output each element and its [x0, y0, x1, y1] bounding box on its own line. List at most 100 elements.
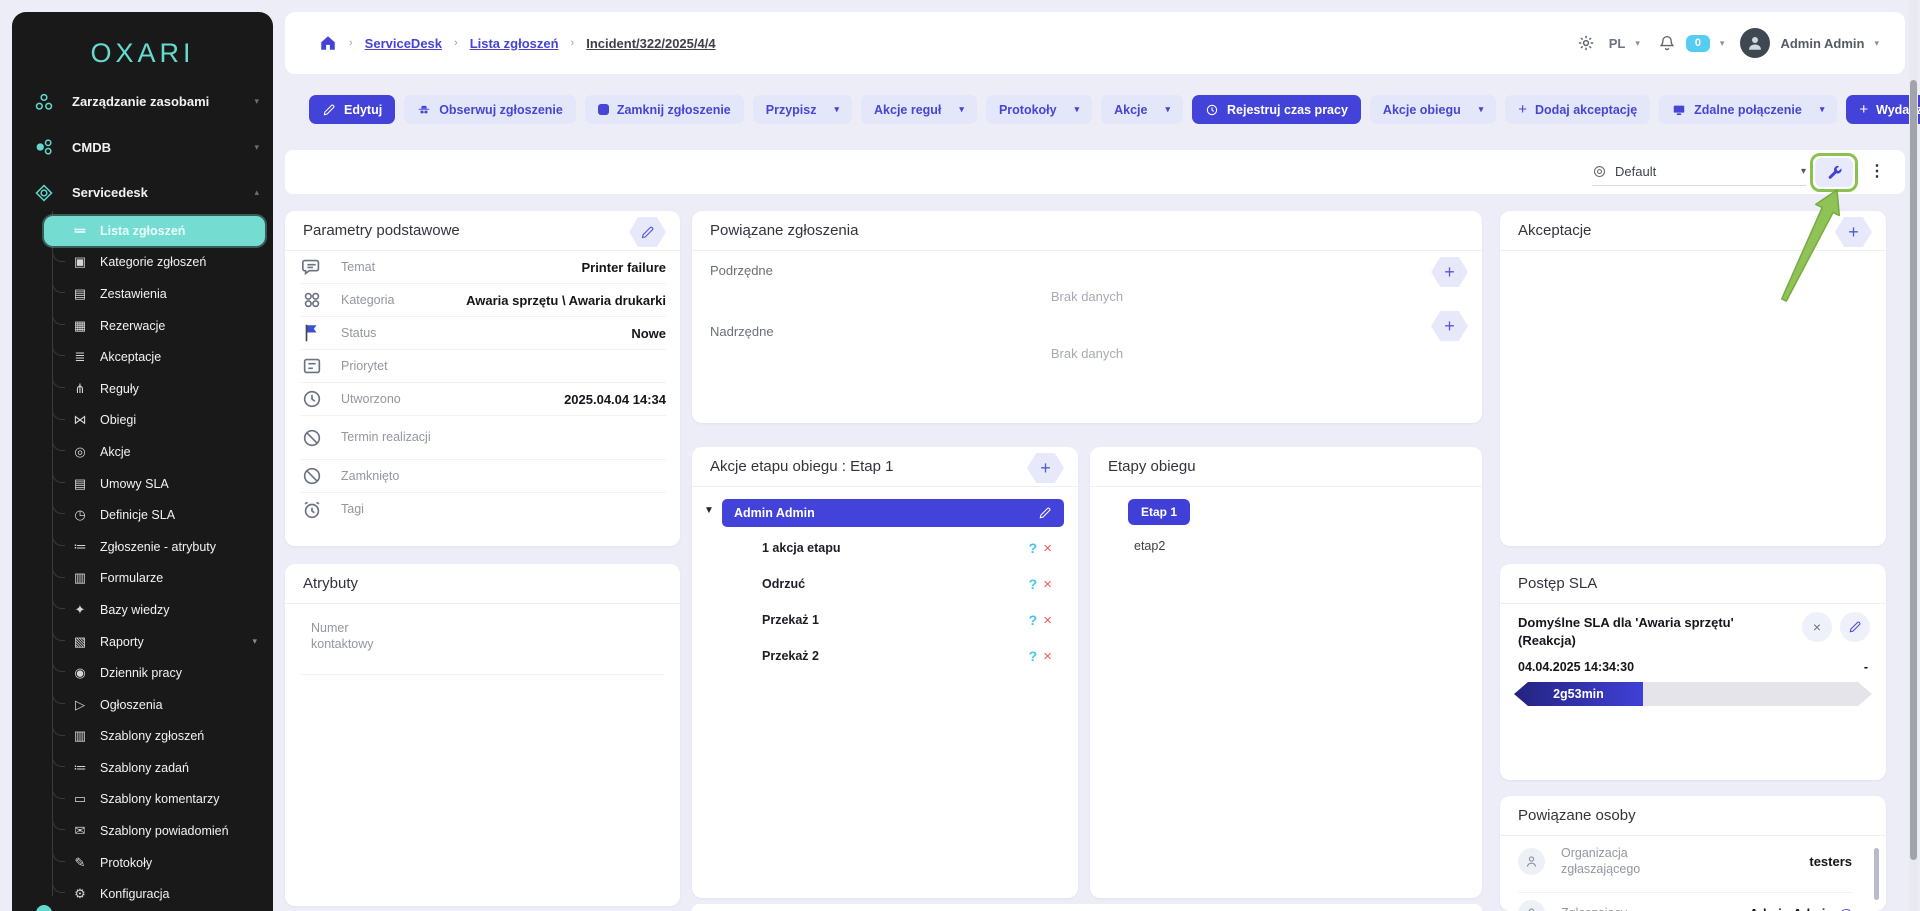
- chevron-down-icon: ▾: [1075, 104, 1080, 115]
- edit-sla-button[interactable]: [1840, 612, 1870, 642]
- watch-ticket-button[interactable]: Obserwuj zgłoszenie: [404, 95, 576, 124]
- collapse-caret-icon[interactable]: ▼: [704, 505, 714, 516]
- delete-x-icon[interactable]: ×: [1043, 648, 1052, 665]
- sidebar-item-label: Akceptacje: [100, 350, 161, 364]
- action-group-header[interactable]: Admin Admin: [722, 499, 1064, 527]
- close-ticket-button[interactable]: Zamknij zgłoszenie: [585, 95, 744, 124]
- delete-x-icon[interactable]: ×: [1043, 576, 1052, 593]
- attributes-card: Atrybuty Numer kontaktowy: [285, 564, 680, 906]
- action-label: 1 akcja etapu: [762, 541, 1029, 555]
- breadcrumb-separator: ›: [349, 37, 353, 49]
- breadcrumb-lista-zgloszen[interactable]: Lista zgłoszeń: [470, 36, 559, 51]
- card-title: Postęp SLA: [1518, 575, 1597, 592]
- person-icon: [1518, 900, 1545, 911]
- notification-badge[interactable]: 0: [1686, 35, 1710, 52]
- edit-parameters-button[interactable]: [629, 217, 666, 247]
- top-header: › ServiceDesk › Lista zgłoszeń › Inciden…: [285, 12, 1905, 74]
- sidebar-item-bazy-wiedzy[interactable]: ✦Bazy wiedzy: [12, 594, 273, 626]
- add-acceptance-button[interactable]: +Dodaj akceptację: [1505, 95, 1650, 124]
- button-label: Przypisz: [766, 103, 817, 117]
- edit-button[interactable]: Edytuj: [309, 95, 395, 124]
- sidebar-item-szablony-zadan[interactable]: ≔Szablony zadań: [12, 752, 273, 784]
- workflow-actions-button[interactable]: Akcje obiegu▾: [1370, 95, 1496, 124]
- add-acceptance-card-button[interactable]: +: [1835, 217, 1872, 247]
- person-role-label: Organizacja zgłaszającego: [1561, 846, 1681, 877]
- action-label: Przekaż 1: [762, 613, 1029, 627]
- question-icon[interactable]: ?: [1029, 540, 1038, 556]
- breadcrumb-separator: ›: [454, 37, 458, 49]
- pencil-icon[interactable]: [1038, 506, 1052, 520]
- settings-wrench-button[interactable]: [1815, 158, 1853, 187]
- category-icon: [301, 289, 323, 311]
- chevron-down-icon: ▾: [1635, 38, 1640, 49]
- stage-actions-card: Akcje etapu obiegu : Etap 1 + ▼ Admin Ad…: [692, 447, 1078, 898]
- question-icon[interactable]: ?: [1029, 612, 1038, 628]
- sidebar-item-label: Akcje: [100, 445, 131, 459]
- actions-button[interactable]: Akcje▾: [1101, 95, 1183, 124]
- question-icon[interactable]: ?: [1029, 648, 1038, 664]
- user-name[interactable]: Admin Admin: [1780, 36, 1864, 51]
- no-data-text: Brak danych: [692, 289, 1482, 304]
- add-child-ticket-button[interactable]: +: [1431, 257, 1468, 287]
- sidebar-item-zgloszenie-atrybuty[interactable]: ≔Zgłoszenie - atrybuty: [12, 531, 273, 563]
- plus-icon: +: [1518, 101, 1527, 118]
- sidebar-item-ogloszenia[interactable]: ▷Ogłoszenia: [12, 689, 273, 721]
- stage-1-pill[interactable]: Etap 1: [1128, 499, 1190, 525]
- param-row: Tagi: [301, 493, 666, 526]
- chevron-down-icon: ▾: [1820, 104, 1825, 115]
- sidebar-item-servicedesk[interactable]: Servicedesk ▴: [12, 170, 273, 216]
- sidebar-item-reguly[interactable]: ⋔Reguły: [12, 373, 273, 405]
- add-parent-ticket-button[interactable]: +: [1431, 311, 1468, 341]
- sidebar-item-label: Szablony komentarzy: [100, 792, 220, 806]
- gear-icon[interactable]: [1577, 34, 1595, 52]
- bell-icon[interactable]: [1658, 34, 1676, 52]
- add-stage-action-button[interactable]: +: [1027, 453, 1064, 483]
- card-scrollbar-thumb[interactable]: [1874, 848, 1879, 900]
- remove-sla-button[interactable]: ×: [1802, 612, 1832, 642]
- chevron-down-icon: ▾: [254, 142, 259, 153]
- document-icon: ▤: [68, 476, 92, 492]
- pencil-icon: [640, 225, 655, 240]
- divider: [301, 674, 664, 675]
- assign-button[interactable]: Przypisz▾: [753, 95, 852, 124]
- delete-x-icon[interactable]: ×: [1043, 612, 1052, 629]
- stage-action-row: Przekaż 1? ×: [762, 608, 1052, 632]
- mail-at-icon[interactable]: @: [1839, 906, 1852, 911]
- delete-x-icon[interactable]: ×: [1043, 540, 1052, 557]
- rules-icon: ⋔: [68, 381, 92, 397]
- stage-2-label[interactable]: etap2: [1134, 539, 1165, 553]
- param-label: Status: [341, 326, 433, 340]
- window-scrollbar[interactable]: [1909, 0, 1918, 911]
- sidebar-item-zarzadzanie-zasobami[interactable]: Zarządzanie zasobami ▾: [12, 79, 273, 125]
- sidebar-item-konfiguracja[interactable]: ⚙Konfiguracja: [12, 878, 273, 910]
- breadcrumb-servicedesk[interactable]: ServiceDesk: [365, 36, 442, 51]
- sidebar-item-cmdb[interactable]: CMDB ▾: [12, 125, 273, 171]
- rule-actions-button[interactable]: Akcje reguł▾: [861, 95, 977, 124]
- stage-action-row: 1 akcja etapu? ×: [762, 536, 1052, 560]
- card-title: Akcje etapu obiegu : Etap 1: [710, 458, 893, 475]
- question-icon[interactable]: ?: [1029, 576, 1038, 592]
- chevron-down-icon: ▾: [254, 96, 259, 107]
- protocols-button[interactable]: Protokoły ▾: [986, 95, 1092, 124]
- stop-icon: [598, 104, 609, 115]
- reports-icon: ▧: [68, 634, 92, 650]
- view-select[interactable]: Default ▾: [1592, 158, 1806, 186]
- attribute-label: Numer kontaktowy: [311, 620, 401, 653]
- sidebar-item-lista-zgloszen[interactable]: ≔Lista zgłoszeń: [12, 215, 273, 247]
- stopwatch-off-icon: [301, 427, 323, 449]
- scrollbar-thumb[interactable]: [1910, 80, 1917, 860]
- group-name: Admin Admin: [734, 506, 1038, 520]
- sidebar-top-items: Zarządzanie zasobami ▾ CMDB ▾ Servicedes…: [12, 79, 273, 216]
- button-label: Protokoły: [999, 103, 1057, 117]
- avatar[interactable]: [1740, 28, 1770, 58]
- param-label: Zamknięto: [341, 469, 433, 483]
- register-worktime-button[interactable]: Rejestruj czas pracy: [1192, 95, 1361, 124]
- remote-connection-button[interactable]: Zdalne połączenie▾: [1659, 95, 1837, 124]
- language-selector[interactable]: PL: [1609, 36, 1626, 51]
- basic-parameters-card: Parametry podstawowe TematPrinter failur…: [285, 211, 680, 546]
- workflow-icon: ⋈: [68, 412, 92, 428]
- home-icon[interactable]: [319, 34, 337, 52]
- more-options-kebab[interactable]: ⋮: [1869, 162, 1885, 182]
- sidebar-item-label: Zgłoszenie - atrybuty: [100, 540, 216, 554]
- form-icon: ▥: [68, 570, 92, 586]
